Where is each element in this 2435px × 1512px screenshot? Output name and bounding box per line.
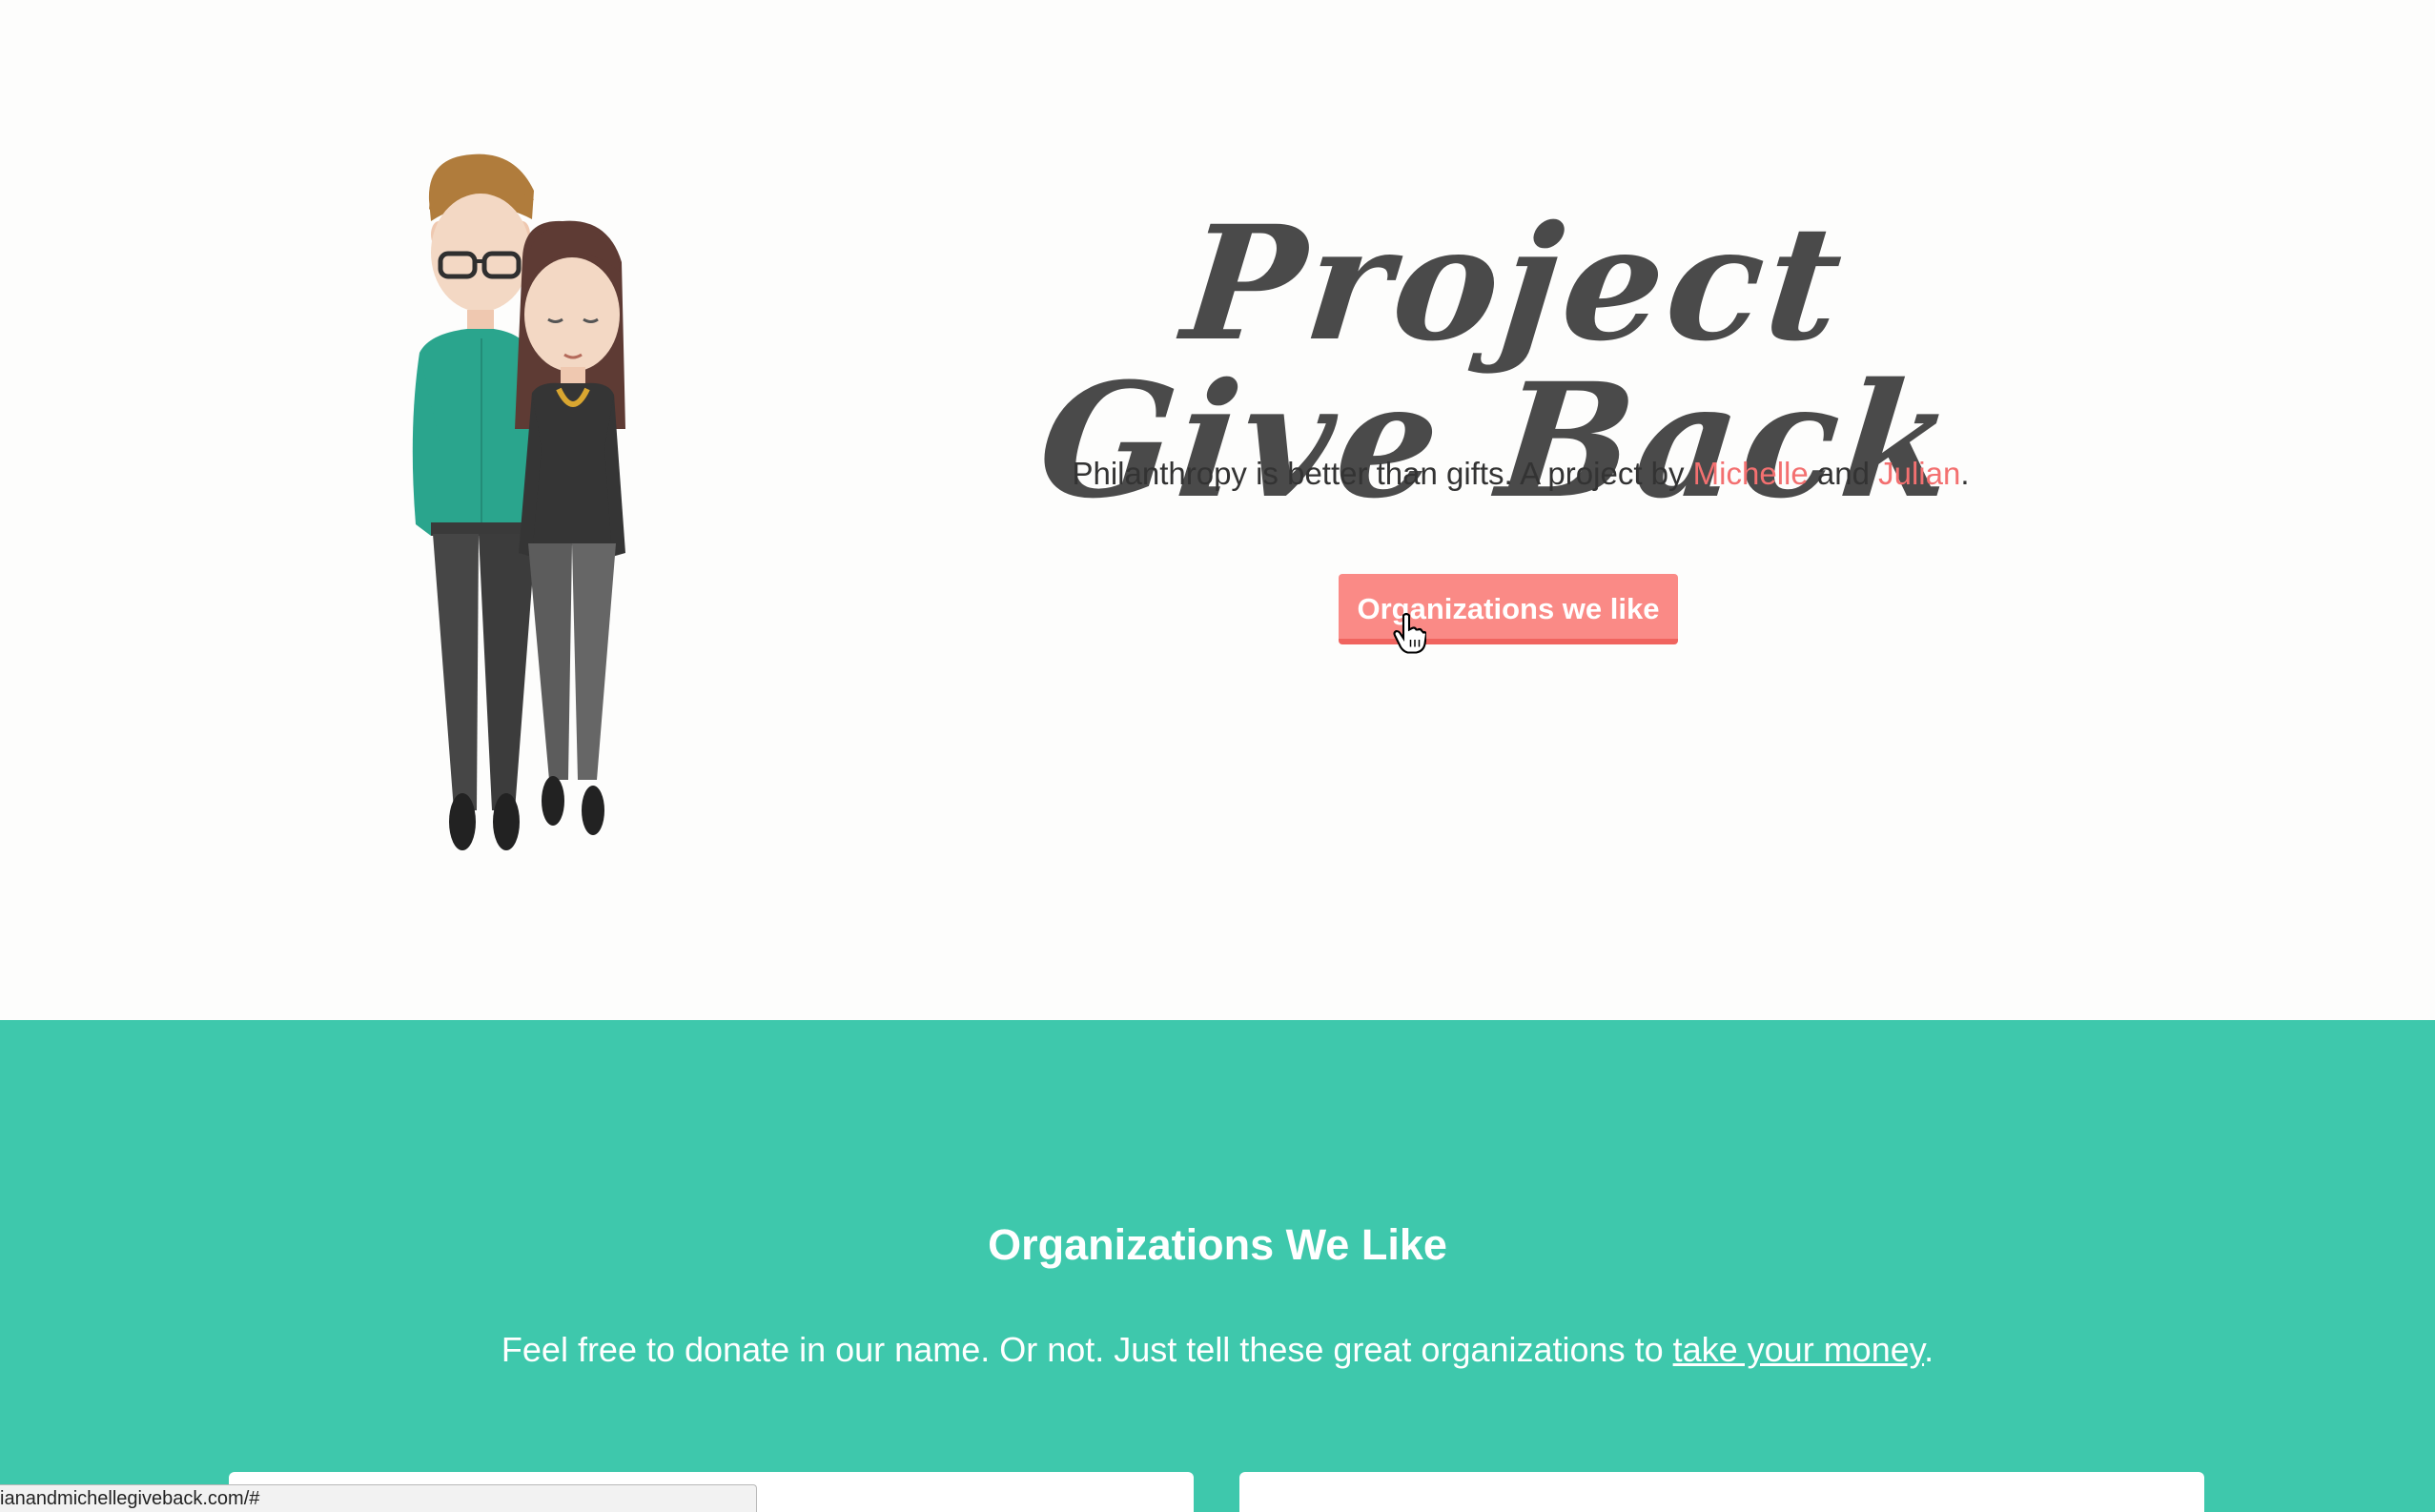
status-bar-url: ianandmichellegiveback.com/# — [0, 1484, 757, 1512]
subtitle-suffix: . — [1924, 1330, 1934, 1369]
tagline-conj: and — [1808, 456, 1879, 491]
hero-section: Project Give Back Philanthropy is better… — [0, 0, 2435, 1020]
tagline-prefix: Philanthropy is better than gifts. A pro… — [1072, 456, 1693, 491]
woman-figure — [515, 220, 625, 835]
take-your-money-link[interactable]: take your money — [1673, 1330, 1924, 1369]
couple-illustration — [412, 153, 625, 850]
organizations-section: Organizations We Like Feel free to donat… — [0, 1020, 2435, 1512]
tagline-suffix: . — [1960, 456, 1970, 491]
hand-cursor-icon — [1393, 612, 1426, 654]
subtitle-text: Feel free to donate in our name. Or not.… — [501, 1330, 1673, 1369]
julian-link[interactable]: Julian — [1878, 456, 1960, 491]
organizations-button[interactable]: Organizations we like — [1339, 574, 1678, 644]
organizations-heading: Organizations We Like — [988, 1220, 1447, 1269]
michelle-link[interactable]: Michelle — [1693, 456, 1809, 491]
organization-card[interactable] — [1239, 1472, 2204, 1512]
tagline: Philanthropy is better than gifts. A pro… — [953, 456, 2088, 492]
organizations-subtitle: Feel free to donate in our name. Or not.… — [0, 1330, 2435, 1370]
